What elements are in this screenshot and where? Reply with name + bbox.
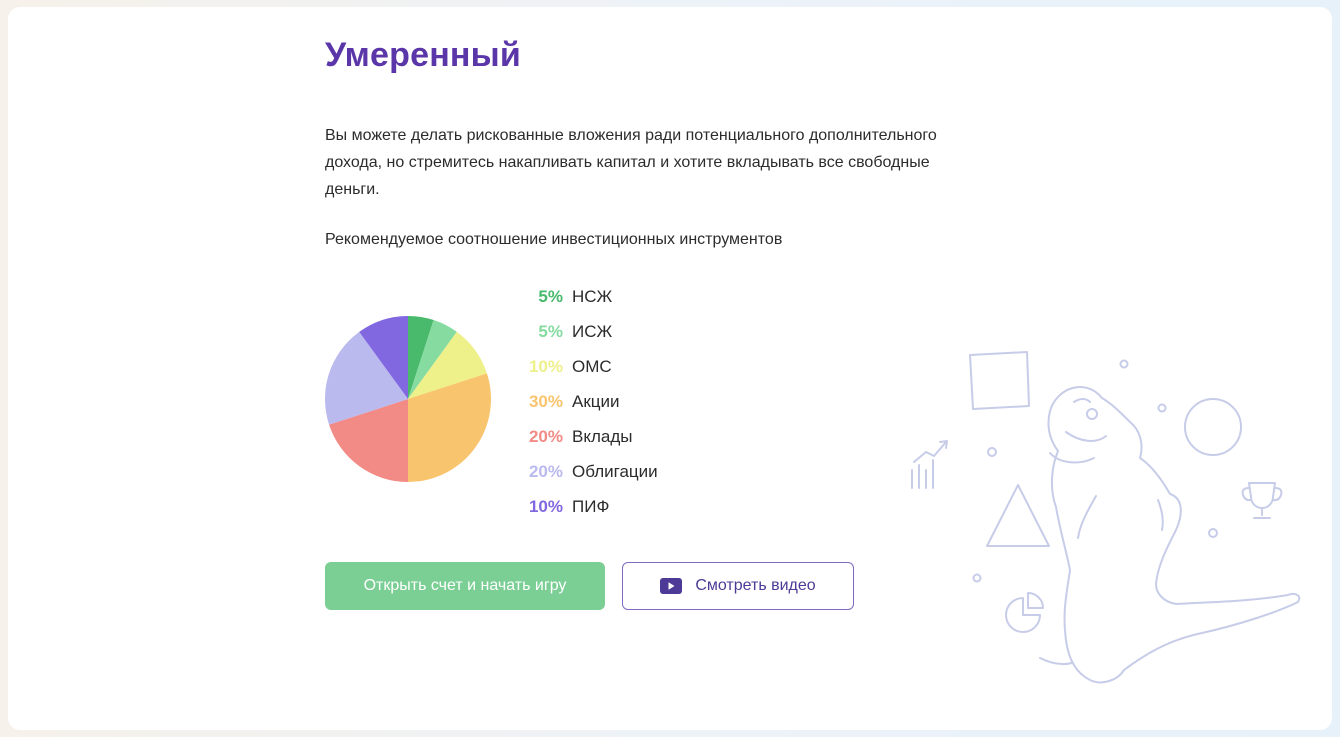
legend-percent: 10% <box>528 356 563 376</box>
allocation-legend: 5% НСЖ 5% ИСЖ 10% ОМС 30% Акции 20% Вкла… <box>518 279 658 524</box>
open-account-button[interactable]: Открыть счет и начать игру <box>325 562 605 610</box>
watch-video-button[interactable]: Смотреть видео <box>622 562 854 610</box>
legend-label: ОМС <box>572 356 612 376</box>
legend-percent: 5% <box>538 286 563 306</box>
profile-description: Вы можете делать рискованные вложения ра… <box>325 127 937 198</box>
legend-percent: 20% <box>528 426 563 446</box>
legend-label: Облигации <box>572 461 658 481</box>
legend-item: 20% Облигации <box>518 454 658 489</box>
legend-label: Вклады <box>572 426 633 446</box>
legend-item: 30% Акции <box>518 384 658 419</box>
allocation-subtitle: Рекомендуемое соотношение инвестиционных… <box>325 231 783 248</box>
legend-percent: 10% <box>528 496 563 516</box>
allocation-pie-chart <box>325 316 491 482</box>
legend-percent: 20% <box>528 461 563 481</box>
legend-percent: 30% <box>528 391 563 411</box>
legend-item: 5% НСЖ <box>518 279 658 314</box>
legend-label: Акции <box>572 391 620 411</box>
legend-label: НСЖ <box>572 286 613 306</box>
legend-item: 5% ИСЖ <box>518 314 658 349</box>
legend-item: 10% ОМС <box>518 349 658 384</box>
legend-label: ПИФ <box>572 496 610 516</box>
watch-video-label: Смотреть видео <box>695 577 816 594</box>
page-title: Умеренный <box>325 36 522 74</box>
dinosaur-illustration <box>911 351 1301 684</box>
legend-label: ИСЖ <box>572 321 613 341</box>
legend-item: 10% ПИФ <box>518 489 658 524</box>
legend-percent: 5% <box>538 321 563 341</box>
play-icon <box>660 578 683 594</box>
legend-item: 20% Вклады <box>518 419 658 454</box>
